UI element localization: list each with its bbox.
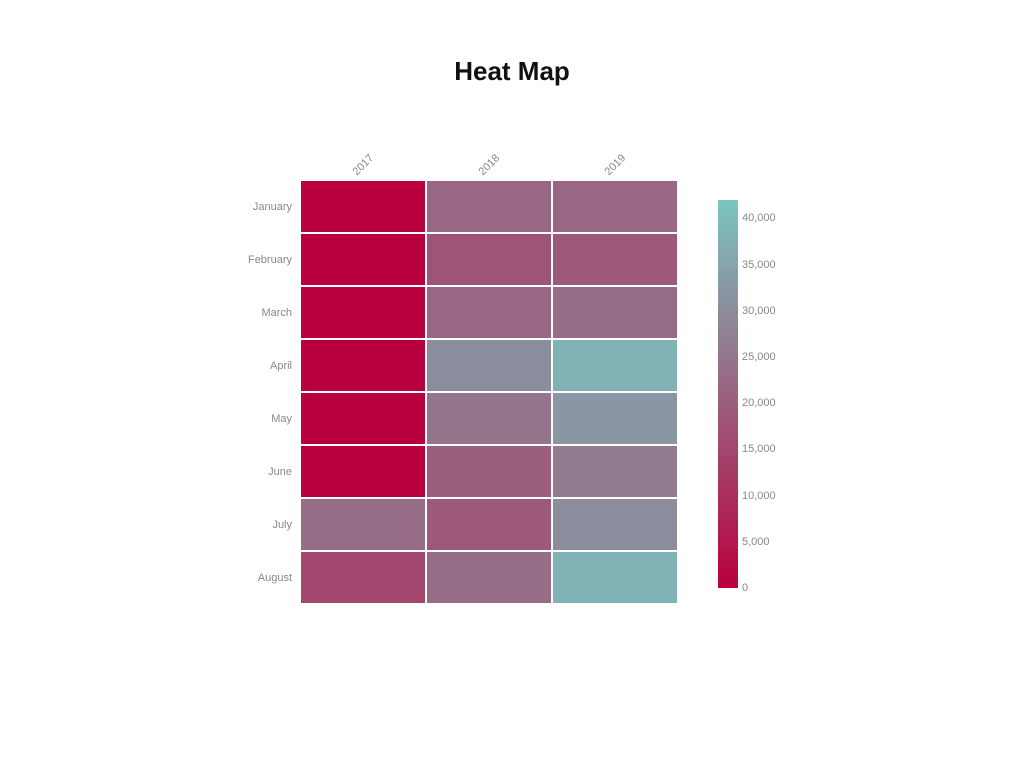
- y-axis-label: March: [261, 307, 292, 319]
- heatmap-cell: [552, 392, 678, 445]
- heatmap-row: [300, 339, 678, 392]
- legend-tick-label: 35,000: [742, 259, 776, 271]
- heatmap-cell: [426, 180, 552, 233]
- y-axis-label: April: [270, 360, 292, 372]
- heatmap-cell: [426, 339, 552, 392]
- heatmap-cell: [426, 233, 552, 286]
- heatmap-grid: [300, 180, 678, 604]
- y-axis-label: June: [268, 466, 292, 478]
- y-axis-label: July: [272, 519, 292, 531]
- legend-tick-label: 25,000: [742, 351, 776, 363]
- heatmap-cell: [300, 498, 426, 551]
- x-axis-label: 2019: [603, 152, 629, 178]
- y-axis-label: May: [271, 413, 292, 425]
- heatmap-cell: [426, 498, 552, 551]
- legend-tick-label: 20,000: [742, 397, 776, 409]
- y-axis-label: February: [248, 254, 292, 266]
- x-axis-label: 2017: [351, 152, 377, 178]
- heatmap-row: [300, 551, 678, 604]
- heatmap-cell: [552, 445, 678, 498]
- heatmap-cell: [426, 551, 552, 604]
- heatmap-cell: [300, 392, 426, 445]
- heatmap-cell: [552, 233, 678, 286]
- heatmap-row: [300, 445, 678, 498]
- legend-tick-label: 15,000: [742, 443, 776, 455]
- heatmap-cell: [426, 392, 552, 445]
- heatmap-cell: [552, 551, 678, 604]
- heatmap-row: [300, 286, 678, 339]
- heatmap-cell: [300, 339, 426, 392]
- y-axis-label: August: [258, 572, 292, 584]
- legend-tick-label: 0: [742, 582, 748, 594]
- legend-gradient: [718, 200, 738, 588]
- heatmap-row: [300, 392, 678, 445]
- y-axis-label: January: [253, 201, 292, 213]
- heatmap-cell: [426, 445, 552, 498]
- heatmap-cell: [552, 498, 678, 551]
- heatmap-cell: [300, 233, 426, 286]
- legend-tick-label: 30,000: [742, 305, 776, 317]
- heatmap-cell: [300, 445, 426, 498]
- heatmap-cell: [300, 180, 426, 233]
- x-axis-label: 2018: [477, 152, 503, 178]
- color-legend: 05,00010,00015,00020,00025,00030,00035,0…: [718, 200, 738, 588]
- heatmap-row: [300, 233, 678, 286]
- heatmap-cell: [552, 180, 678, 233]
- chart-title: Heat Map: [0, 56, 1024, 87]
- heatmap-cell: [552, 339, 678, 392]
- legend-tick-label: 5,000: [742, 536, 770, 548]
- heatmap-cell: [552, 286, 678, 339]
- heatmap-row: [300, 498, 678, 551]
- heatmap-row: [300, 180, 678, 233]
- legend-tick-label: 40,000: [742, 212, 776, 224]
- legend-tick-label: 10,000: [742, 490, 776, 502]
- heatmap-cell: [300, 286, 426, 339]
- heatmap-cell: [300, 551, 426, 604]
- heatmap-cell: [426, 286, 552, 339]
